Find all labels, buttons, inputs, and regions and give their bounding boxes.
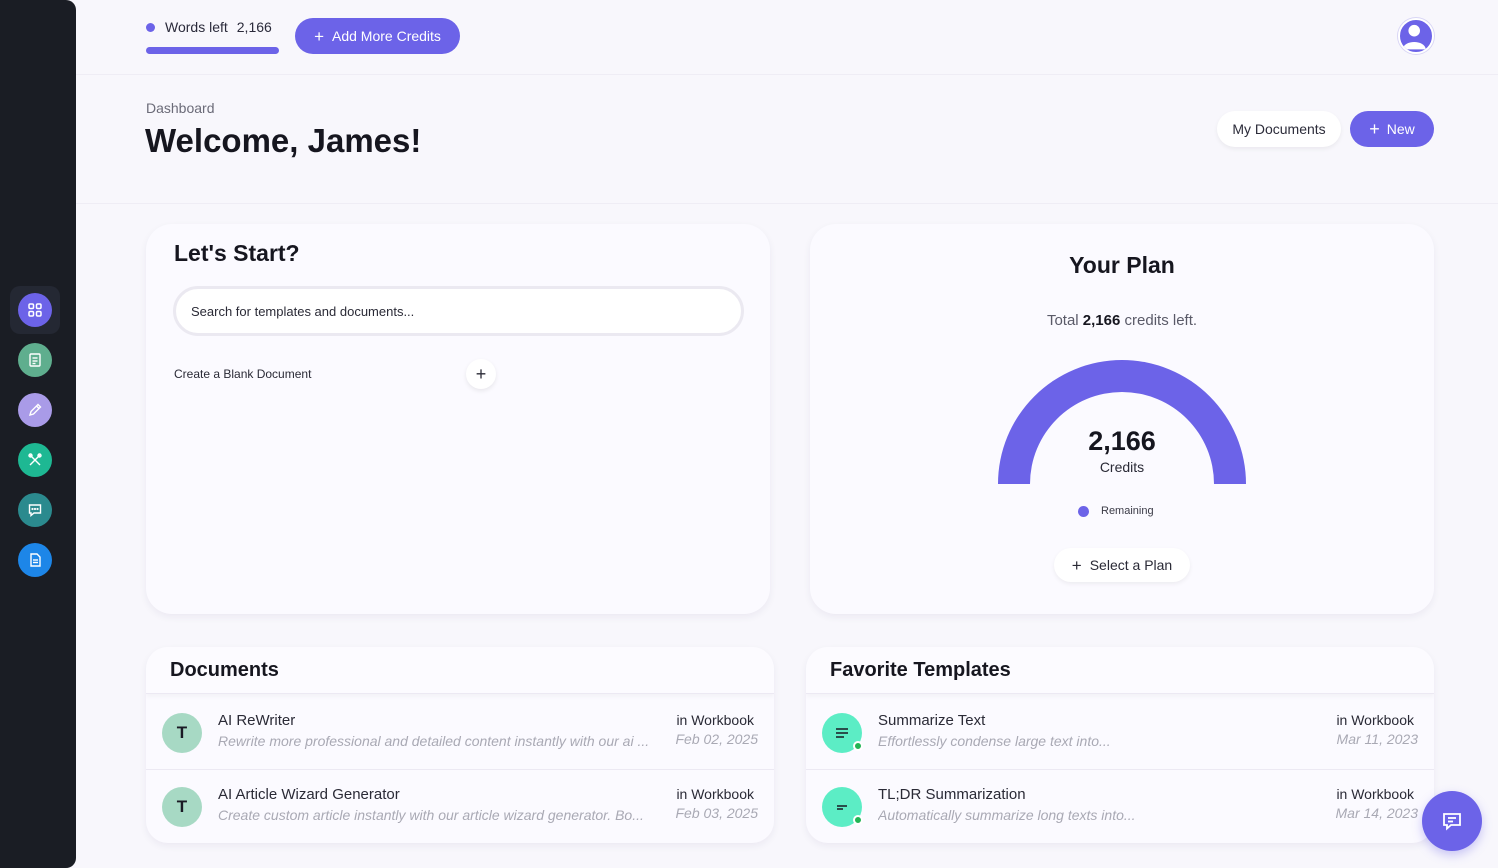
online-status-dot — [853, 741, 863, 751]
pen-icon — [28, 403, 42, 417]
plan-total-prefix: Total — [1046, 312, 1079, 329]
create-blank-label[interactable]: Create a Blank Document — [174, 367, 311, 381]
template-name[interactable]: Summarize Text — [878, 712, 985, 729]
document-initial-avatar: T — [162, 787, 202, 827]
template-location: in Workbook — [1336, 712, 1414, 728]
favorite-templates-card: Favorite Templates Summarize Text Effort… — [806, 647, 1434, 843]
new-button[interactable]: + New — [1350, 111, 1434, 147]
add-credits-label: Add More Credits — [332, 28, 441, 44]
plus-icon: + — [1369, 119, 1380, 139]
document-name[interactable]: AI Article Wizard Generator — [218, 786, 400, 803]
grid-icon — [28, 303, 42, 317]
template-description: Effortlessly condense large text into... — [878, 733, 1111, 749]
plan-title: Your Plan — [1069, 252, 1175, 278]
plan-total: Total 2,166 credits left. — [810, 312, 1434, 329]
online-status-dot — [853, 815, 863, 825]
sidebar — [0, 0, 76, 868]
document-name[interactable]: AI ReWriter — [218, 712, 295, 729]
tools-icon — [28, 453, 42, 466]
document-row[interactable]: T AI ReWriter Rewrite more professional … — [146, 696, 774, 770]
template-description: Automatically summarize long texts into.… — [878, 807, 1136, 823]
gauge-value: 2,166 — [1088, 426, 1156, 456]
words-left-label: Words left — [165, 19, 228, 35]
select-plan-label: Select a Plan — [1089, 557, 1173, 573]
user-avatar[interactable] — [1398, 18, 1434, 54]
document-description: Rewrite more professional and detailed c… — [218, 733, 650, 749]
plan-card: Your Plan Total 2,166 credits left. 2,16… — [810, 224, 1434, 614]
topbar: Words left 2,166 + Add More Credits — [76, 0, 1498, 75]
template-icon — [822, 713, 863, 753]
favorite-templates-title: Favorite Templates — [806, 647, 1434, 694]
words-left-value: 2,166 — [236, 19, 272, 35]
lines-icon — [836, 728, 848, 738]
document-location: in Workbook — [676, 712, 754, 728]
my-documents-button[interactable]: My Documents — [1217, 111, 1341, 147]
file-icon — [30, 553, 41, 567]
start-title: Let's Start? — [174, 240, 300, 266]
template-row[interactable]: Summarize Text Effortlessly condense lar… — [806, 696, 1434, 770]
chat-icon — [28, 504, 42, 517]
gauge-label: Credits — [1099, 459, 1145, 475]
chat-icon — [1443, 813, 1461, 831]
plus-icon: + — [475, 363, 487, 384]
select-plan-button[interactable]: + Select a Plan — [1054, 548, 1190, 582]
plan-total-value: 2,166 — [1082, 312, 1121, 329]
words-dot-icon — [146, 22, 155, 32]
page-title: Welcome, James! — [145, 122, 422, 159]
template-location: in Workbook — [1336, 786, 1414, 802]
document-location: in Workbook — [676, 786, 754, 802]
sidebar-item-files[interactable] — [18, 543, 52, 577]
create-blank-button[interactable]: + — [466, 359, 496, 389]
sidebar-item-chat[interactable] — [18, 493, 52, 527]
document-initial-avatar: T — [162, 713, 202, 753]
words-left-progress — [146, 47, 279, 54]
legend-label: Remaining — [1101, 505, 1154, 517]
breadcrumb[interactable]: Dashboard — [146, 100, 215, 116]
plan-total-suffix: credits left. — [1124, 312, 1198, 329]
words-left: Words left 2,166 — [146, 19, 272, 35]
new-label: New — [1386, 121, 1415, 137]
add-credits-button[interactable]: + Add More Credits — [295, 18, 460, 54]
sidebar-item-tools[interactable] — [18, 443, 52, 477]
gauge-legend: Remaining — [1078, 505, 1154, 517]
sidebar-item-editor[interactable] — [18, 393, 52, 427]
documents-card: Documents T AI ReWriter Rewrite more pro… — [146, 647, 774, 843]
legend-dot-icon — [1078, 505, 1089, 517]
template-row[interactable]: TL;DR Summarization Automatically summar… — [806, 770, 1434, 843]
document-date: Feb 03, 2025 — [675, 805, 758, 821]
search-input[interactable]: Search for templates and documents... — [173, 286, 744, 336]
header-divider — [76, 203, 1498, 204]
template-icon — [822, 787, 863, 827]
chat-support-button[interactable] — [1422, 791, 1482, 851]
plus-icon: + — [1071, 555, 1082, 575]
document-row[interactable]: T AI Article Wizard Generator Create cus… — [146, 770, 774, 843]
sidebar-item-documents[interactable] — [18, 343, 52, 377]
sidebar-item-dashboard[interactable] — [18, 293, 52, 327]
document-description: Create custom article instantly with our… — [218, 807, 644, 823]
document-add-icon — [29, 353, 41, 367]
start-card: Let's Start? Search for templates and do… — [146, 224, 770, 614]
template-name[interactable]: TL;DR Summarization — [878, 786, 1026, 803]
user-icon — [1402, 24, 1426, 50]
plus-icon: + — [314, 26, 324, 46]
template-date: Mar 11, 2023 — [1336, 731, 1418, 747]
documents-title: Documents — [146, 647, 774, 694]
document-date: Feb 02, 2025 — [675, 731, 758, 747]
tldr-icon — [837, 805, 847, 810]
template-date: Mar 14, 2023 — [1335, 805, 1419, 821]
